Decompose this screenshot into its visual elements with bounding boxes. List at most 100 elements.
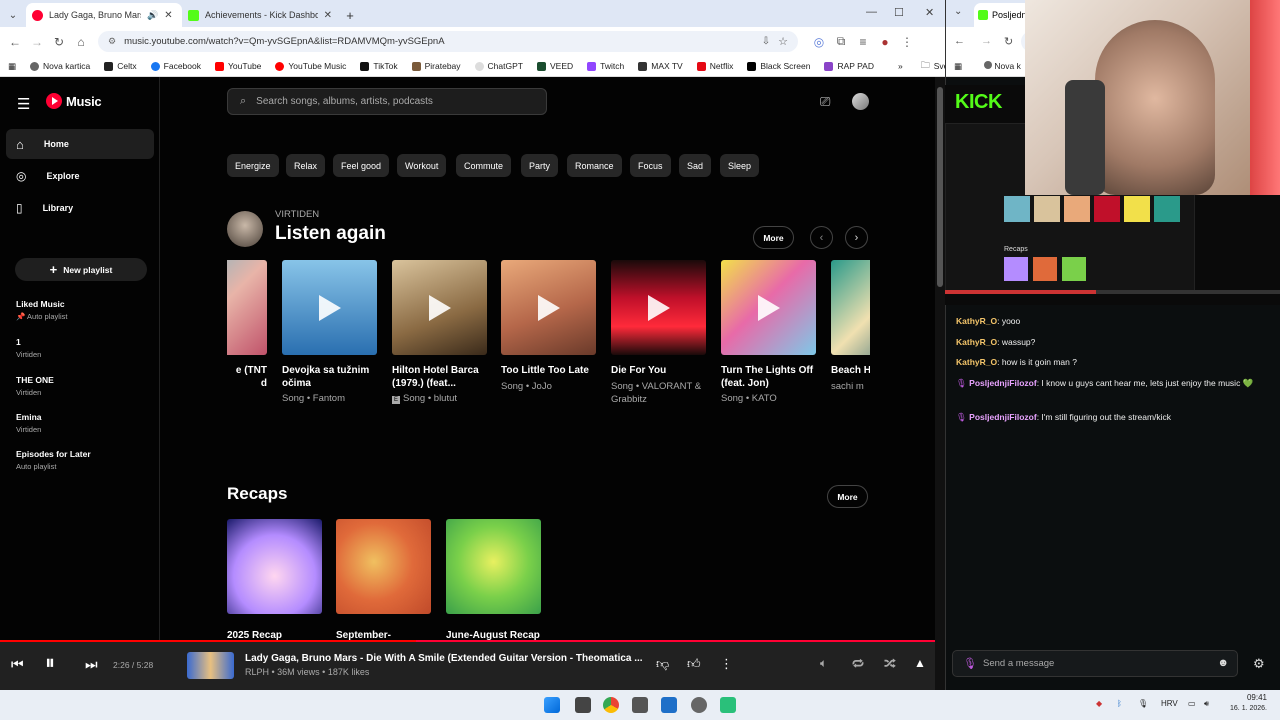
chat-username[interactable]: PosljednjiFilozof (969, 378, 1037, 388)
card-item[interactable]: e (TNT d (227, 260, 267, 390)
page-scrollbar[interactable] (935, 77, 945, 690)
speaker-icon[interactable]: 🔊 (147, 10, 158, 21)
scrollbar-thumb[interactable] (937, 87, 943, 287)
bookmark-max-tv[interactable]: MAX TV (631, 61, 690, 71)
playback-progress-bar[interactable] (0, 640, 417, 642)
apps-grid-icon[interactable]: ▦ (954, 61, 962, 72)
card-thumbnail[interactable] (721, 260, 816, 355)
card-item[interactable]: Die For You Song • VALORANT & Grabbitz (611, 260, 706, 406)
microphone-icon[interactable]: 🎙︎ (1138, 699, 1148, 708)
obs-taskbar-icon[interactable] (691, 697, 707, 713)
like-icon[interactable]: 👍︎ (687, 656, 701, 672)
nav-library[interactable]: ▯ Library (6, 193, 154, 223)
clock-time[interactable]: 09:41 (1222, 693, 1267, 702)
bookmark-tiktok[interactable]: TikTok (353, 61, 404, 71)
bluetooth-icon[interactable]: ᛒ (1117, 699, 1122, 708)
chip-focus[interactable]: Focus (630, 154, 671, 177)
chip-sleep[interactable]: Sleep (720, 154, 760, 177)
card-title[interactable]: Hilton Hotel Barca (1979.) (feat... (392, 365, 487, 390)
tab-close-icon[interactable]: ✕ (164, 10, 172, 21)
search-input[interactable]: ⌕ Search songs, albums, artists, podcast… (227, 88, 547, 115)
play-icon[interactable] (538, 295, 560, 321)
next-track-icon[interactable]: ⏭ (85, 656, 98, 673)
tray-app-icon[interactable]: ◆ (1096, 699, 1102, 708)
close-window-icon[interactable]: ✕ (925, 6, 934, 19)
language-indicator[interactable]: HRV (1161, 699, 1178, 708)
site-info-icon[interactable]: ⚙ (108, 36, 116, 47)
recaps-more-button[interactable]: More (827, 485, 868, 508)
playlist-the-one[interactable]: THE ONE Virtiden (16, 375, 54, 397)
recap-card[interactable]: 2025 Recap (227, 519, 322, 643)
new-tab-button[interactable]: + (338, 3, 362, 27)
bookmark-youtube[interactable]: YouTube (208, 61, 268, 71)
volume-icon[interactable]: 🔈︎ (820, 656, 827, 671)
tab-close-icon[interactable]: ✕ (324, 10, 332, 21)
bookmark-star-icon[interactable]: ☆ (778, 35, 788, 48)
account-avatar[interactable] (852, 93, 869, 110)
play-icon[interactable] (758, 295, 780, 321)
windows-start-icon[interactable] (544, 697, 560, 713)
chip-energize[interactable]: Energize (227, 154, 279, 177)
back-icon[interactable]: ← (4, 35, 26, 49)
tab-kick-dashboard[interactable]: Achievements - Kick Dashboard ✕ (182, 3, 338, 27)
chat-settings-gear-icon[interactable]: ⚙ (1253, 656, 1265, 672)
profile-avatar-icon[interactable]: ● (874, 35, 896, 49)
settings-taskbar-icon[interactable] (632, 697, 648, 713)
cast-icon[interactable]: ⎚ (820, 94, 830, 110)
nav-home[interactable]: ⌂ Home (6, 129, 154, 159)
clock-date[interactable]: 16. 1. 2026. (1222, 705, 1267, 712)
maximize-icon[interactable]: ☐ (894, 6, 904, 19)
chat-username[interactable]: KathyR_O (956, 357, 997, 367)
forward-icon[interactable]: → (981, 35, 992, 47)
expand-player-icon[interactable]: ▲ (914, 656, 926, 670)
bookmark-facebook[interactable]: Facebook (144, 61, 208, 71)
card-item[interactable]: Devojka sa tužnim očima Song • Fantom (282, 260, 377, 405)
install-app-icon[interactable]: ⇩ (762, 36, 770, 47)
photos-taskbar-icon[interactable] (661, 697, 677, 713)
app-taskbar-icon[interactable] (720, 697, 736, 713)
task-view-icon[interactable] (575, 697, 591, 713)
chrome-taskbar-icon[interactable] (603, 697, 619, 713)
ytm-logo[interactable]: Music (46, 93, 102, 109)
card-item[interactable]: Too Little Too Late Song • JoJo (501, 260, 596, 393)
chip-relax[interactable]: Relax (286, 154, 326, 177)
pause-icon[interactable]: ⏸ (45, 652, 55, 675)
now-playing-thumbnail[interactable] (187, 652, 234, 679)
card-title[interactable]: Devojka sa tužnim očima (282, 365, 377, 390)
play-icon[interactable] (319, 295, 341, 321)
card-thumbnail[interactable] (501, 260, 596, 355)
extensions-puzzle-icon[interactable]: ⧉ (830, 34, 852, 49)
bookmark-black-screen[interactable]: Black Screen (740, 61, 817, 71)
chat-username[interactable]: KathyR_O (956, 316, 997, 326)
nav-explore[interactable]: ◎ Explore (6, 161, 154, 191)
back-icon[interactable]: ← (954, 35, 965, 47)
listen-again-more-button[interactable]: More (753, 226, 794, 249)
card-thumbnail[interactable] (227, 260, 267, 355)
carousel-prev-icon[interactable]: ‹ (810, 226, 833, 249)
recap-card[interactable]: June-August Recap (446, 519, 541, 643)
dislike-icon[interactable]: 👎︎ (656, 656, 669, 672)
recap-thumbnail[interactable] (446, 519, 541, 614)
media-control-icon[interactable]: ≡ (852, 35, 874, 49)
card-title[interactable]: Too Little Too Late (501, 365, 596, 378)
bookmark-nova-kartica[interactable]: Nova kartica (23, 61, 97, 71)
apps-grid-icon[interactable]: ▦ (0, 61, 23, 72)
bookmark-nova-kartica[interactable]: Nova k (984, 61, 1021, 71)
chip-commute[interactable]: Commute (456, 154, 512, 177)
url-field[interactable]: ⚙ music.youtube.com/watch?v=Qm-yvSGEpnA&… (98, 31, 798, 52)
browser-menu-icon[interactable]: ⋮ (896, 35, 918, 49)
chat-username[interactable]: PosljednjiFilozof (969, 412, 1037, 422)
tab-search-icon[interactable]: ⌄ (0, 3, 26, 27)
reload-icon[interactable]: ↻ (1004, 35, 1013, 48)
card-item[interactable]: Beach H (Slowed sachi m (831, 260, 870, 393)
new-playlist-button[interactable]: + New playlist (15, 258, 147, 281)
chip-romance[interactable]: Romance (567, 154, 622, 177)
volume-tray-icon[interactable]: 🔊︎ (1204, 699, 1209, 709)
card-title[interactable]: Beach H (Slowed (831, 365, 870, 378)
card-thumbnail[interactable] (282, 260, 377, 355)
card-item[interactable]: Hilton Hotel Barca (1979.) (feat... E Son… (392, 260, 487, 405)
bookmark-netflix[interactable]: Netflix (690, 61, 741, 71)
emoji-icon[interactable]: ☻ (1217, 657, 1229, 669)
tab-search-icon[interactable]: ⌄ (954, 6, 962, 17)
playlist-episodes-for-later[interactable]: Episodes for Later Auto playlist (16, 449, 91, 471)
